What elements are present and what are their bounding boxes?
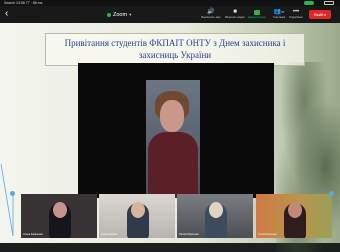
leave-button[interactable]: Выйти bbox=[309, 10, 331, 19]
more-icon: ••• bbox=[292, 9, 300, 15]
slide-title: Привітання студентів ФКПАІТ ОНТУ з Днем … bbox=[45, 33, 305, 66]
speaker-feed bbox=[146, 80, 200, 198]
meeting-title-text: Zoom bbox=[113, 12, 128, 18]
participant-thumbnail[interactable]: Олена Ковальова bbox=[21, 194, 97, 238]
mute-label: Выключить звук bbox=[201, 16, 221, 19]
back-chevron-icon[interactable]: ‹ bbox=[5, 8, 8, 20]
secure-meeting-icon bbox=[107, 13, 111, 17]
call-indicator-icon bbox=[304, 1, 314, 5]
more-label: Подробнее bbox=[289, 16, 303, 19]
participants-count: 27 bbox=[281, 10, 285, 14]
participant-head bbox=[131, 202, 145, 218]
participant-name: Ірина Андріїва bbox=[101, 233, 118, 236]
active-speaker-video[interactable] bbox=[78, 63, 274, 198]
participants-icon: 👥 bbox=[273, 9, 282, 15]
participant-name: Наталія Вергасюк bbox=[179, 233, 199, 236]
mute-button[interactable]: 🔊 Выключить звук bbox=[198, 8, 224, 22]
chevron-down-icon: ▾ bbox=[129, 12, 132, 17]
annotation-marker[interactable] bbox=[10, 191, 15, 196]
speaker-icon: 🔊 bbox=[207, 9, 215, 15]
participant-head bbox=[53, 202, 67, 218]
participant-name: Олена Ковальова bbox=[23, 233, 43, 236]
battery-icon bbox=[324, 1, 334, 5]
speaker-body bbox=[148, 132, 198, 198]
meeting-toolbar: ‹ Zoom ▾ 🔊 Выключить звук ■ Включить вид… bbox=[0, 6, 340, 23]
participant-thumbnail[interactable]: Ірина Андріїва bbox=[99, 194, 175, 238]
more-button[interactable]: ••• Подробнее bbox=[285, 8, 307, 22]
annotation-marker[interactable] bbox=[329, 191, 334, 196]
participant-head bbox=[209, 202, 223, 218]
share-icon bbox=[254, 9, 260, 15]
participant-thumbnail[interactable]: Наталія Вергасюк bbox=[177, 194, 253, 238]
participant-thumbnail[interactable]: Тетяна Петренко bbox=[256, 194, 332, 238]
status-indicators bbox=[304, 1, 334, 5]
participant-head bbox=[288, 202, 302, 218]
speaker-face bbox=[160, 100, 184, 132]
participant-name: Тетяна Петренко bbox=[258, 233, 277, 236]
meeting-title[interactable]: Zoom ▾ bbox=[107, 11, 131, 19]
